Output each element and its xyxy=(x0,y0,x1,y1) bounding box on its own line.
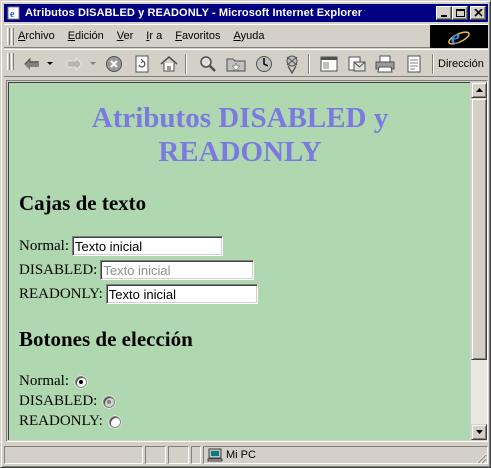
favorites-icon xyxy=(226,58,246,72)
minimize-icon xyxy=(441,15,447,17)
history-button[interactable] xyxy=(252,53,276,75)
fullscreen-button[interactable] xyxy=(317,53,341,75)
menu-item[interactable]: Archivo xyxy=(18,30,55,42)
maximize-button[interactable] xyxy=(452,6,468,20)
status-pane xyxy=(191,446,201,464)
readonly-text-input[interactable]: Texto inicial xyxy=(105,284,258,304)
normal-radio-button[interactable] xyxy=(75,375,87,388)
address-label[interactable]: Dirección xyxy=(438,58,484,70)
ie-logo-icon: e xyxy=(448,27,470,48)
window-title: Atributos DISABLED y READONLY - Microsof… xyxy=(25,7,363,19)
minimize-button[interactable] xyxy=(436,6,452,20)
menu-item[interactable]: Edición xyxy=(68,30,104,42)
zone-pane: Mi PC xyxy=(203,446,488,464)
textbox-label: DISABLED: xyxy=(19,261,98,278)
toolbar-separator-2 xyxy=(308,54,310,74)
textbox-row-disabled: DISABLED: Texto inicial xyxy=(19,260,255,280)
computer-icon xyxy=(207,448,223,462)
menu-item[interactable]: Favoritos xyxy=(175,30,220,42)
status-bar: Mi PC xyxy=(4,445,488,465)
scroll-up-button[interactable] xyxy=(471,82,487,98)
page-title: Atributos DISABLED y READONLY xyxy=(91,102,389,168)
radio-label: Normal: xyxy=(19,373,69,389)
textbox-label: READONLY: xyxy=(19,285,103,302)
back-button[interactable] xyxy=(20,53,44,75)
status-pane xyxy=(145,446,166,464)
title-bar[interactable]: e Atributos DISABLED y READONLY - Micros… xyxy=(4,4,488,22)
search-icon xyxy=(200,56,216,72)
normal-text-input[interactable]: Texto inicial xyxy=(72,236,223,256)
textboxes-heading: Cajas de texto xyxy=(19,191,147,215)
standard-toolbar: Dirección xyxy=(4,49,488,77)
zone-label: Mi PC xyxy=(226,449,256,461)
back-dropdown-arrow[interactable] xyxy=(47,62,53,65)
menu-items: Archivo Edición Ver Ir a Favoritos Ayuda xyxy=(18,30,277,42)
forward-icon xyxy=(66,57,83,71)
refresh-icon xyxy=(135,55,149,73)
toolbar-separator-3 xyxy=(432,54,434,74)
arrow-down-icon xyxy=(475,430,483,434)
print-button[interactable] xyxy=(373,53,397,75)
status-pane xyxy=(168,446,189,464)
radio-row-normal: Normal: xyxy=(19,373,87,390)
radio-row-readonly: READONLY: xyxy=(19,413,121,430)
disabled-radio-button xyxy=(103,395,116,408)
menu-item[interactable]: Ir a xyxy=(146,30,162,42)
forward-dropdown-arrow[interactable] xyxy=(90,62,96,65)
radio-label: DISABLED: xyxy=(19,393,98,409)
menu-bar: Archivo Edición Ver Ir a Favoritos Ayuda e xyxy=(4,24,488,48)
menu-item[interactable]: Ver xyxy=(117,30,134,42)
forward-button[interactable] xyxy=(62,53,86,75)
ie-logo: e xyxy=(430,25,488,48)
radio-label: READONLY: xyxy=(19,413,103,429)
maximize-icon xyxy=(456,9,465,17)
ie-page-icon: e xyxy=(6,5,22,21)
radio-checked-dot xyxy=(107,399,112,404)
close-button[interactable] xyxy=(470,6,486,20)
vertical-scrollbar[interactable] xyxy=(471,82,487,440)
back-icon xyxy=(24,58,39,70)
scroll-thumb[interactable] xyxy=(471,98,487,360)
menubar-grip-2 xyxy=(11,28,14,45)
browser-window: e Atributos DISABLED y READONLY - Micros… xyxy=(0,0,491,468)
toolbar-grip[interactable] xyxy=(7,53,10,70)
history-icon xyxy=(256,56,272,72)
print-icon xyxy=(375,55,395,73)
readonly-radio-button[interactable] xyxy=(108,415,121,428)
textbox-row-normal: Normal: Texto inicial xyxy=(19,236,223,256)
stop-button[interactable] xyxy=(102,53,126,75)
refresh-button[interactable] xyxy=(130,53,154,75)
edit-icon xyxy=(407,55,421,73)
toolbar-grip-2 xyxy=(11,53,14,70)
menubar-grip[interactable] xyxy=(7,28,10,45)
home-button[interactable] xyxy=(157,53,181,75)
close-icon xyxy=(473,9,483,17)
textbox-label: Normal: xyxy=(19,237,69,254)
channels-button[interactable] xyxy=(280,53,304,75)
radio-checked-dot xyxy=(79,379,83,384)
svg-text:e: e xyxy=(10,9,15,20)
scroll-down-button[interactable] xyxy=(471,424,487,440)
svg-text:e: e xyxy=(451,27,460,48)
arrow-up-icon xyxy=(475,88,483,92)
channels-icon xyxy=(286,55,298,74)
radios-heading: Botones de elección xyxy=(19,327,193,351)
menu-item[interactable]: Ayuda xyxy=(233,30,264,42)
disabled-text-input: Texto inicial xyxy=(100,260,255,280)
content-frame: Atributos DISABLED y READONLY Cajas de t… xyxy=(6,80,488,442)
textbox-row-readonly: READONLY: Texto inicial xyxy=(19,284,258,304)
toolbar-separator xyxy=(185,54,187,74)
stop-icon xyxy=(106,56,122,72)
resize-grip-icon[interactable] xyxy=(475,452,487,464)
mail-button[interactable] xyxy=(345,53,369,75)
status-text-pane xyxy=(4,446,143,464)
home-icon xyxy=(160,56,178,72)
edit-button[interactable] xyxy=(402,53,426,75)
favorites-button[interactable] xyxy=(224,53,248,75)
mail-icon xyxy=(348,56,366,72)
page-content: Atributos DISABLED y READONLY Cajas de t… xyxy=(8,82,470,440)
radio-row-disabled: DISABLED: xyxy=(19,393,116,410)
fullscreen-icon xyxy=(320,56,338,72)
search-button[interactable] xyxy=(196,53,220,75)
